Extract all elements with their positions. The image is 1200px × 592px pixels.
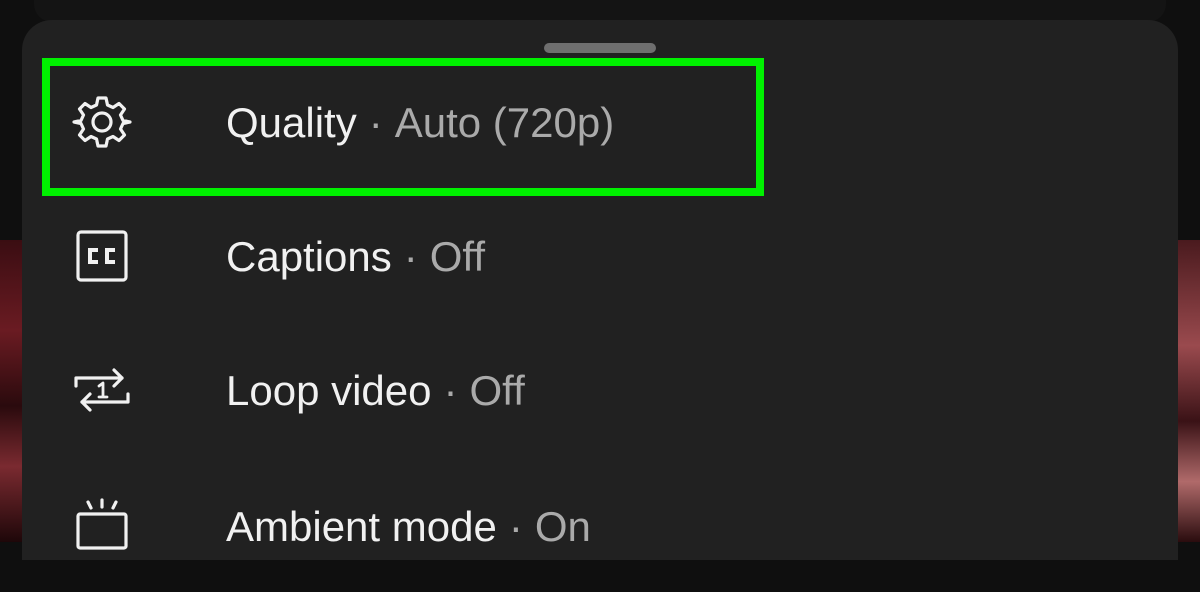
closed-captions-icon [72, 226, 132, 286]
repeat-one-icon [72, 360, 132, 420]
loop-video-separator: · [443, 367, 458, 414]
ambient-mode-icon [72, 496, 132, 556]
previous-sheet-edge [34, 0, 1166, 22]
loop-video-label: Loop video [226, 367, 432, 414]
sheet-drag-handle[interactable] [544, 43, 656, 53]
ambient-mode-label: Ambient mode [226, 503, 497, 550]
gear-icon [72, 92, 132, 152]
captions-separator: · [403, 233, 418, 280]
video-thumbnail-right [1176, 240, 1200, 542]
captions-value: Off [429, 233, 486, 280]
menu-item-captions[interactable]: Captions · Off [22, 192, 1178, 324]
quality-label: Quality [226, 99, 357, 146]
quality-value: Auto (720p) [394, 99, 615, 146]
loop-video-text: Loop video · Off [226, 370, 525, 412]
quality-separator: · [368, 99, 383, 146]
quality-text: Quality · Auto (720p) [226, 102, 614, 144]
loop-video-value: Off [469, 367, 525, 414]
menu-item-loop-video[interactable]: Loop video · Off [22, 326, 1178, 458]
ambient-mode-separator: · [508, 503, 523, 550]
ambient-mode-value: On [534, 503, 591, 550]
captions-text: Captions · Off [226, 236, 485, 278]
menu-item-quality[interactable]: Quality · Auto (720p) [22, 58, 1178, 190]
video-thumbnail-left [0, 240, 24, 542]
captions-label: Captions [226, 233, 392, 280]
menu-item-ambient-mode[interactable]: Ambient mode · On [22, 460, 1178, 592]
